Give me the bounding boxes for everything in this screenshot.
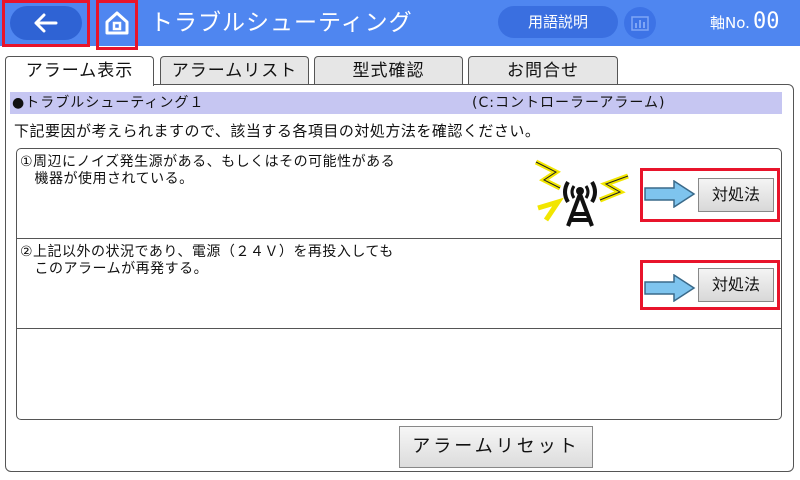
section-title: ●トラブルシューティング１ (12, 95, 205, 111)
countermeasure-2-highlight (640, 260, 780, 310)
cause-item-1-text: ①周辺にノイズ発生源がある、もしくはその可能性がある 機器が使用されている。 (20, 154, 396, 187)
countermeasure-1-highlight (640, 168, 780, 222)
tab-alarm-list[interactable]: アラームリスト (160, 56, 309, 84)
alarm-code: (C:コントローラーアラーム) (472, 95, 666, 111)
antenna-noise-icon (534, 159, 629, 227)
tab-alarm-display[interactable]: アラーム表示 (5, 56, 154, 86)
home-button-highlight (96, 0, 138, 50)
page-title: トラブルシューティング (150, 10, 413, 36)
section-header: ●トラブルシューティング１ (C:コントローラーアラーム) (10, 92, 782, 114)
monitor-icon (631, 16, 649, 31)
glossary-button[interactable]: 用語説明 (498, 6, 618, 38)
monitor-button[interactable] (624, 7, 656, 39)
axis-number: 00 (753, 9, 780, 34)
alarm-reset-button[interactable]: アラームリセット (399, 426, 593, 468)
tab-model-check[interactable]: 型式確認 (314, 56, 463, 84)
instruction-text: 下記要因が考えられますので、該当する各項目の対処方法を確認ください。 (14, 122, 541, 140)
cause-item-2-text: ②上記以外の状況であり、電源（２４Ｖ）を再投入しても このアラームが再発する。 (20, 244, 394, 277)
row-divider (17, 328, 781, 329)
back-button-highlight (2, 0, 90, 47)
row-divider (17, 238, 781, 239)
tab-contact[interactable]: お問合せ (468, 56, 618, 84)
axis-label: 軸No. (710, 14, 750, 32)
